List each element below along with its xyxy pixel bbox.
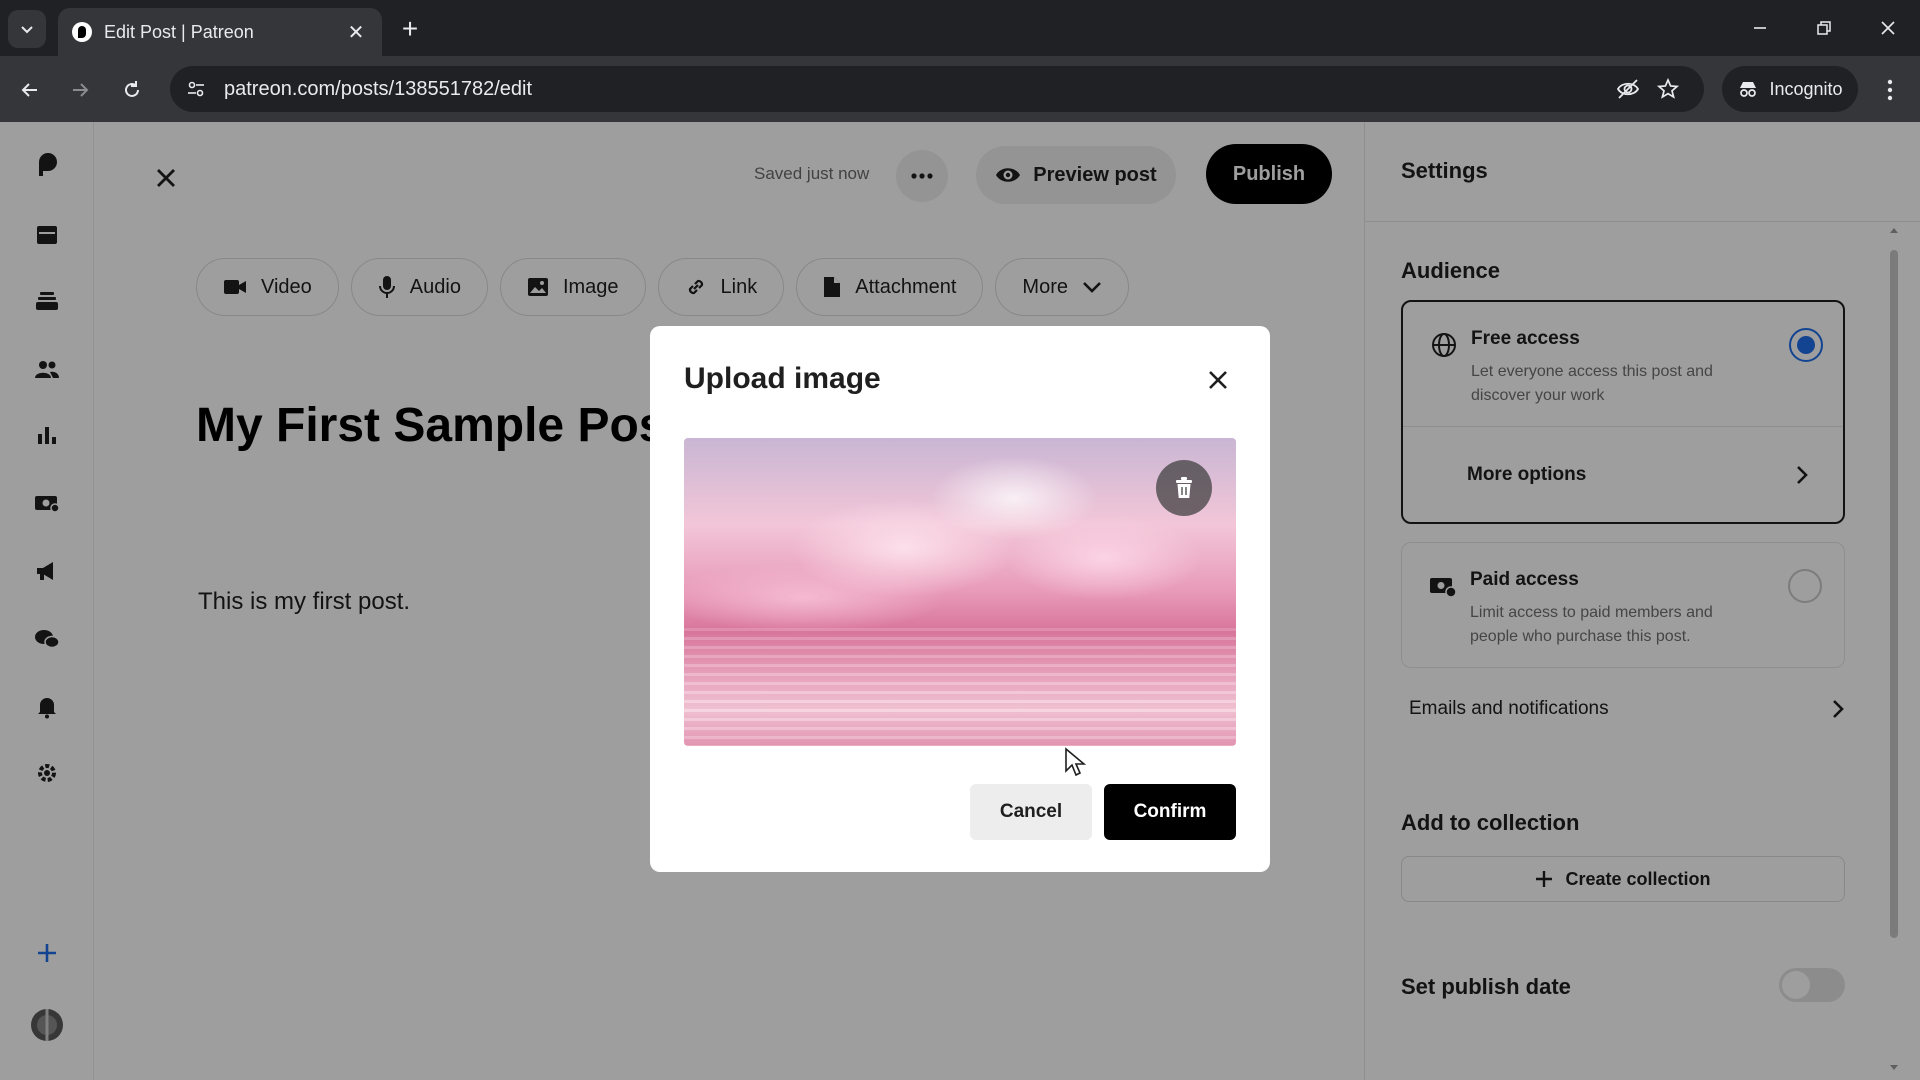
- dialog-close-button[interactable]: [1198, 360, 1238, 400]
- dialog-title: Upload image: [684, 362, 881, 395]
- chevron-down-icon: [21, 26, 33, 34]
- new-tab-button[interactable]: +: [394, 14, 426, 46]
- confirm-button[interactable]: Confirm: [1104, 784, 1236, 840]
- incognito-label: Incognito: [1769, 78, 1843, 99]
- mouse-cursor-icon: [1065, 747, 1086, 777]
- reload-icon: [125, 81, 139, 97]
- incognito-indicator[interactable]: Incognito: [1722, 66, 1858, 112]
- restore-button[interactable]: [1800, 10, 1848, 46]
- delete-image-button[interactable]: [1156, 460, 1212, 516]
- trash-icon: [1176, 477, 1192, 498]
- close-icon: [1881, 21, 1895, 35]
- window-close-button[interactable]: [1864, 10, 1912, 46]
- star-icon: [1656, 77, 1680, 99]
- back-button[interactable]: [10, 70, 50, 110]
- browser-menu-button[interactable]: [1872, 70, 1908, 110]
- restore-icon: [1817, 21, 1831, 35]
- patreon-favicon-icon: [72, 22, 92, 42]
- uploaded-image-preview: [684, 438, 1236, 746]
- tab-search-button[interactable]: [8, 10, 46, 48]
- reload-button[interactable]: [112, 70, 152, 110]
- arrow-right-icon: [73, 83, 89, 97]
- browser-tabbar: Edit Post | Patreon ✕ +: [0, 0, 1920, 56]
- minimize-button[interactable]: [1736, 10, 1784, 46]
- upload-image-dialog: Upload image Cancel Confirm: [650, 326, 1270, 872]
- page: Saved just now Preview post Publish Vide…: [0, 122, 1920, 1080]
- browser-tab[interactable]: Edit Post | Patreon ✕: [58, 8, 382, 56]
- close-icon: [1209, 371, 1227, 389]
- minimize-icon: [1754, 27, 1766, 29]
- url-text[interactable]: patreon.com/posts/138551782/edit: [224, 78, 1608, 101]
- forward-button[interactable]: [60, 70, 100, 110]
- bookmark-button[interactable]: [1648, 69, 1688, 109]
- browser-toolbar: patreon.com/posts/138551782/edit Incogni…: [0, 56, 1920, 122]
- incognito-icon: [1740, 82, 1757, 97]
- arrow-left-icon: [21, 83, 37, 97]
- tab-close-icon[interactable]: ✕: [344, 20, 368, 45]
- site-settings-icon[interactable]: [186, 79, 206, 99]
- image-water-reflection: [684, 628, 1236, 746]
- tracking-protection-button[interactable]: [1608, 69, 1648, 109]
- eye-off-icon: [1616, 79, 1640, 99]
- tab-title: Edit Post | Patreon: [104, 21, 254, 42]
- more-vertical-icon: [1887, 79, 1893, 101]
- address-bar[interactable]: patreon.com/posts/138551782/edit: [170, 66, 1704, 112]
- cancel-button[interactable]: Cancel: [970, 784, 1092, 840]
